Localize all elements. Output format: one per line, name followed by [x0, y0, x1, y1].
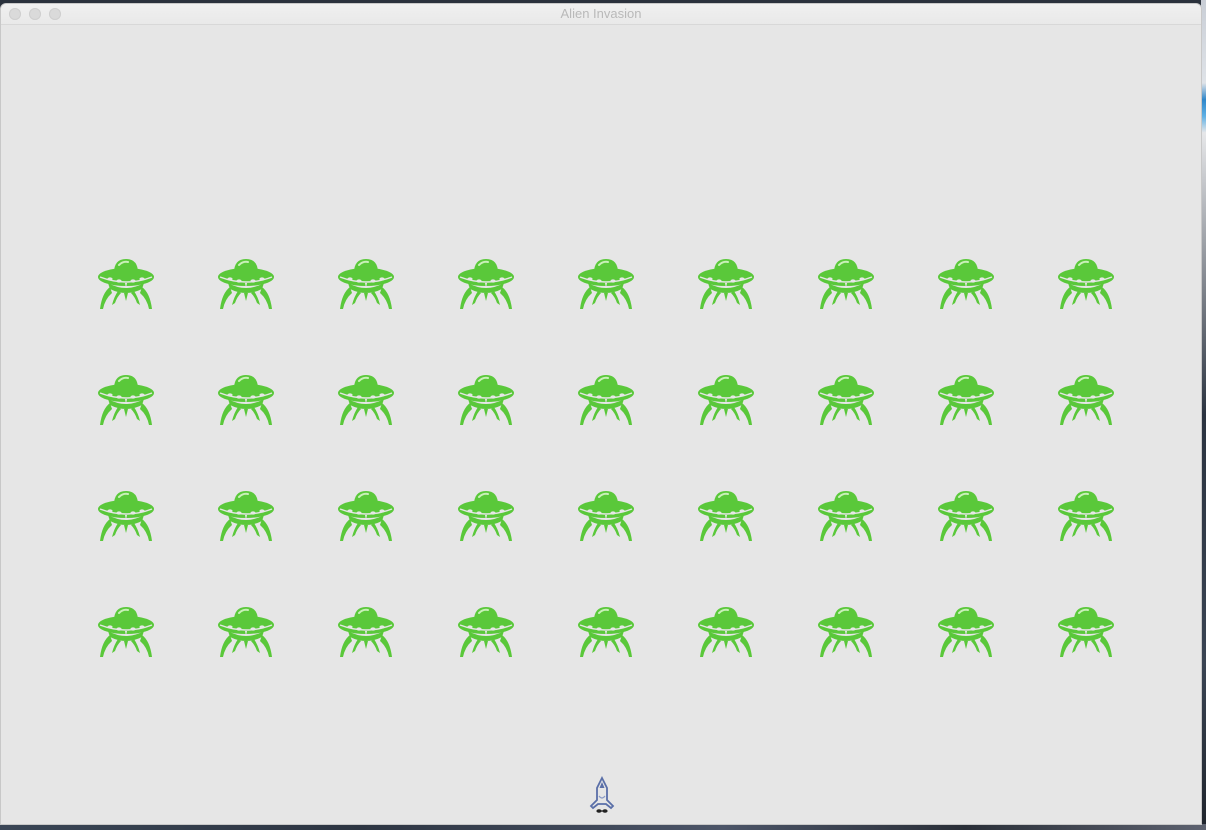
- alien-ship: [816, 369, 876, 427]
- alien-ship: [336, 485, 396, 543]
- rocket-ship-icon: [589, 776, 615, 813]
- alien-ship: [696, 253, 756, 311]
- ufo-alien-icon: [818, 375, 874, 425]
- title-bar[interactable]: Alien Invasion: [1, 4, 1201, 25]
- alien-ship: [936, 369, 996, 427]
- alien-ship: [1056, 601, 1116, 659]
- ufo-alien-icon: [818, 607, 874, 657]
- alien-ship: [576, 601, 636, 659]
- desktop-wallpaper-bottom: [0, 824, 1206, 830]
- ufo-alien-icon: [578, 491, 634, 541]
- alien-ship: [696, 369, 756, 427]
- ufo-alien-icon: [98, 607, 154, 657]
- alien-ship: [576, 485, 636, 543]
- alien-ship: [576, 253, 636, 311]
- alien-ship: [456, 253, 516, 311]
- ufo-alien-icon: [578, 375, 634, 425]
- ufo-alien-icon: [458, 375, 514, 425]
- alien-ship: [456, 369, 516, 427]
- alien-ship: [576, 369, 636, 427]
- alien-ship: [216, 485, 276, 543]
- ufo-alien-icon: [338, 259, 394, 309]
- desktop-wallpaper-right: [1201, 0, 1206, 830]
- alien-ship: [1056, 485, 1116, 543]
- ufo-alien-icon: [698, 259, 754, 309]
- alien-ship: [96, 369, 156, 427]
- alien-ship: [816, 485, 876, 543]
- alien-ship: [936, 485, 996, 543]
- ufo-alien-icon: [1058, 607, 1114, 657]
- ufo-alien-icon: [218, 491, 274, 541]
- ufo-alien-icon: [698, 607, 754, 657]
- alien-ship: [456, 485, 516, 543]
- alien-ship: [936, 601, 996, 659]
- ufo-alien-icon: [338, 607, 394, 657]
- alien-ship: [216, 253, 276, 311]
- ufo-alien-icon: [458, 607, 514, 657]
- alien-ship: [1056, 253, 1116, 311]
- alien-ship: [336, 369, 396, 427]
- ufo-alien-icon: [818, 259, 874, 309]
- ufo-alien-icon: [458, 259, 514, 309]
- ufo-alien-icon: [98, 375, 154, 425]
- ufo-alien-icon: [578, 607, 634, 657]
- ufo-alien-icon: [98, 491, 154, 541]
- alien-ship: [816, 253, 876, 311]
- player-ship: [587, 776, 617, 816]
- ufo-alien-icon: [698, 375, 754, 425]
- game-screen[interactable]: [1, 25, 1201, 824]
- ufo-alien-icon: [818, 491, 874, 541]
- ufo-alien-icon: [698, 491, 754, 541]
- alien-ship: [216, 601, 276, 659]
- ufo-alien-icon: [458, 491, 514, 541]
- ufo-alien-icon: [98, 259, 154, 309]
- ufo-alien-icon: [1058, 259, 1114, 309]
- alien-ship: [96, 601, 156, 659]
- alien-ship: [696, 601, 756, 659]
- alien-ship: [1056, 369, 1116, 427]
- ufo-alien-icon: [938, 491, 994, 541]
- ufo-alien-icon: [338, 491, 394, 541]
- alien-ship: [336, 601, 396, 659]
- alien-ship: [216, 369, 276, 427]
- ufo-alien-icon: [578, 259, 634, 309]
- ufo-alien-icon: [1058, 375, 1114, 425]
- ufo-alien-icon: [218, 259, 274, 309]
- window-title: Alien Invasion: [560, 6, 642, 21]
- alien-fleet: [1, 25, 1201, 824]
- ufo-alien-icon: [218, 375, 274, 425]
- alien-ship: [456, 601, 516, 659]
- alien-ship: [816, 601, 876, 659]
- alien-ship: [96, 253, 156, 311]
- alien-ship: [696, 485, 756, 543]
- ufo-alien-icon: [938, 375, 994, 425]
- ufo-alien-icon: [338, 375, 394, 425]
- ufo-alien-icon: [938, 607, 994, 657]
- alien-ship: [936, 253, 996, 311]
- game-window: Alien Invasion: [1, 4, 1201, 824]
- alien-ship: [336, 253, 396, 311]
- alien-ship: [96, 485, 156, 543]
- ufo-alien-icon: [938, 259, 994, 309]
- ufo-alien-icon: [1058, 491, 1114, 541]
- ufo-alien-icon: [218, 607, 274, 657]
